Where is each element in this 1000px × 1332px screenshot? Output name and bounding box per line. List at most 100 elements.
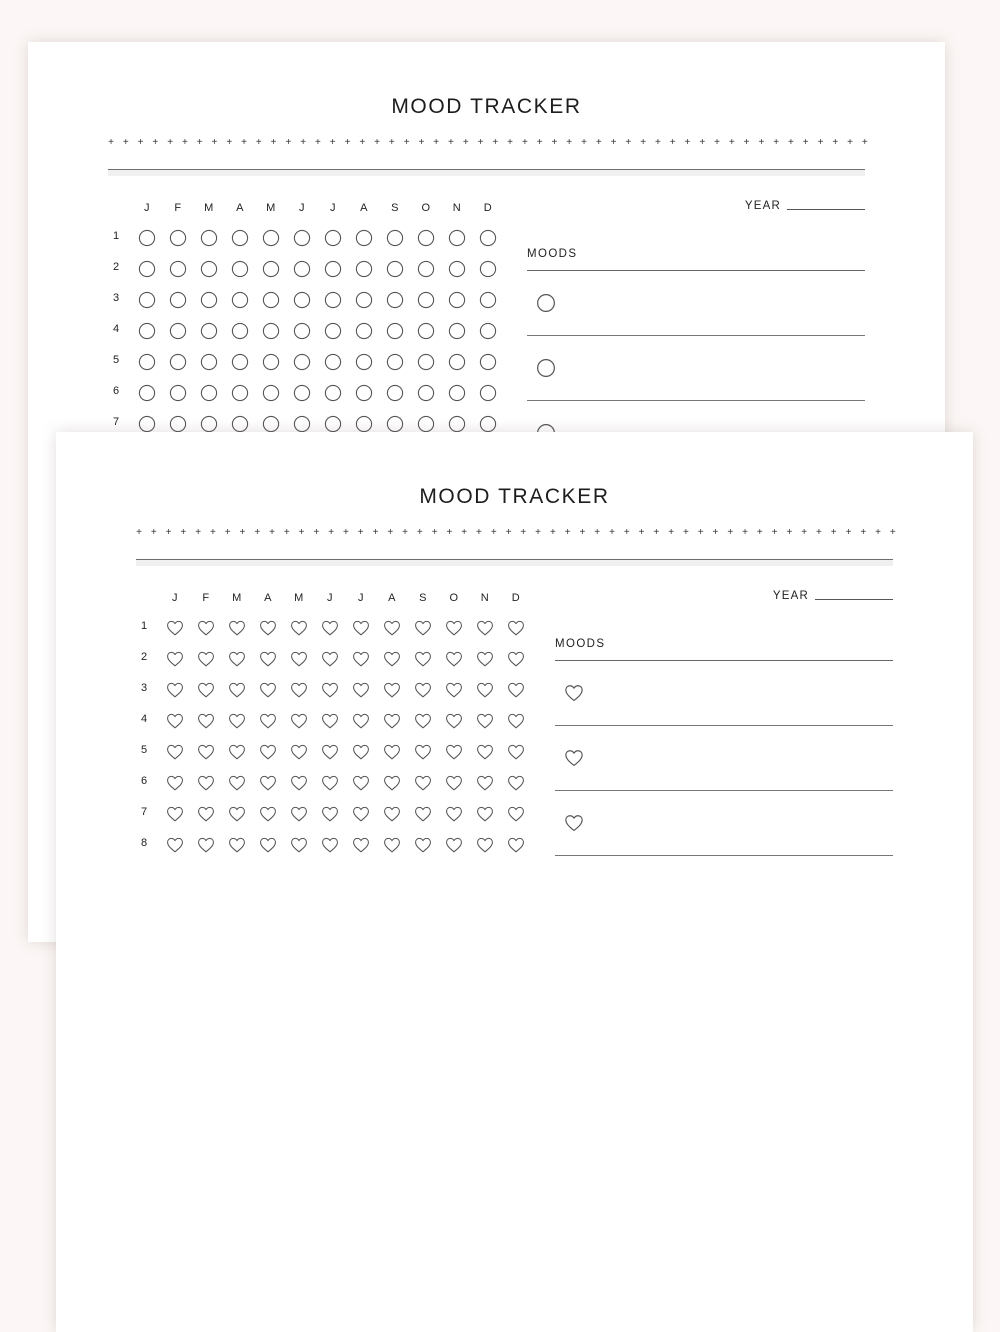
heart-cell[interactable] xyxy=(413,711,433,731)
circle-cell[interactable] xyxy=(168,228,188,248)
heart-icon[interactable] xyxy=(563,682,585,704)
heart-cell[interactable] xyxy=(165,618,185,638)
heart-cell[interactable] xyxy=(227,804,247,824)
circle-cell[interactable] xyxy=(137,383,157,403)
heart-cell[interactable] xyxy=(475,804,495,824)
heart-cell[interactable] xyxy=(289,618,309,638)
heart-cell[interactable] xyxy=(227,773,247,793)
circle-cell[interactable] xyxy=(230,259,250,279)
circle-cell[interactable] xyxy=(168,290,188,310)
circle-cell[interactable] xyxy=(261,383,281,403)
heart-cell[interactable] xyxy=(351,835,371,855)
heart-cell[interactable] xyxy=(258,618,278,638)
circle-cell[interactable] xyxy=(478,414,498,434)
heart-cell[interactable] xyxy=(444,680,464,700)
heart-cell[interactable] xyxy=(289,742,309,762)
circle-cell[interactable] xyxy=(478,321,498,341)
circle-cell[interactable] xyxy=(168,383,188,403)
heart-cell[interactable] xyxy=(475,773,495,793)
mood-entry-row[interactable] xyxy=(555,661,893,726)
heart-cell[interactable] xyxy=(227,649,247,669)
heart-cell[interactable] xyxy=(506,742,526,762)
heart-cell[interactable] xyxy=(382,773,402,793)
heart-cell[interactable] xyxy=(506,835,526,855)
heart-cell[interactable] xyxy=(196,742,216,762)
year-field[interactable]: YEAR xyxy=(745,200,865,212)
heart-cell[interactable] xyxy=(413,649,433,669)
heart-cell[interactable] xyxy=(196,618,216,638)
heart-cell[interactable] xyxy=(382,835,402,855)
circle-cell[interactable] xyxy=(230,321,250,341)
mood-entry-row[interactable] xyxy=(555,791,893,856)
heart-cell[interactable] xyxy=(413,804,433,824)
heart-cell[interactable] xyxy=(351,804,371,824)
circle-cell[interactable] xyxy=(385,259,405,279)
circle-cell[interactable] xyxy=(447,259,467,279)
year-input-line[interactable] xyxy=(815,599,893,600)
heart-cell[interactable] xyxy=(382,680,402,700)
heart-cell[interactable] xyxy=(227,680,247,700)
heart-cell[interactable] xyxy=(444,649,464,669)
circle-cell[interactable] xyxy=(354,290,374,310)
heart-cell[interactable] xyxy=(506,804,526,824)
circle-cell[interactable] xyxy=(416,414,436,434)
heart-cell[interactable] xyxy=(165,804,185,824)
heart-cell[interactable] xyxy=(444,742,464,762)
circle-cell[interactable] xyxy=(230,414,250,434)
heart-cell[interactable] xyxy=(320,742,340,762)
circle-cell[interactable] xyxy=(447,321,467,341)
heart-cell[interactable] xyxy=(289,804,309,824)
heart-cell[interactable] xyxy=(196,835,216,855)
heart-cell[interactable] xyxy=(506,649,526,669)
circle-cell[interactable] xyxy=(292,321,312,341)
heart-cell[interactable] xyxy=(351,680,371,700)
circle-cell[interactable] xyxy=(478,290,498,310)
heart-cell[interactable] xyxy=(289,680,309,700)
heart-cell[interactable] xyxy=(165,711,185,731)
circle-cell[interactable] xyxy=(199,352,219,372)
heart-cell[interactable] xyxy=(258,680,278,700)
heart-cell[interactable] xyxy=(351,711,371,731)
circle-icon[interactable] xyxy=(535,292,557,314)
mood-entry-row[interactable] xyxy=(527,271,865,336)
circle-cell[interactable] xyxy=(323,352,343,372)
circle-cell[interactable] xyxy=(292,259,312,279)
circle-cell[interactable] xyxy=(323,383,343,403)
heart-cell[interactable] xyxy=(413,773,433,793)
heart-cell[interactable] xyxy=(382,649,402,669)
heart-cell[interactable] xyxy=(475,618,495,638)
mood-entry-row[interactable] xyxy=(555,726,893,791)
circle-cell[interactable] xyxy=(478,352,498,372)
heart-cell[interactable] xyxy=(413,680,433,700)
heart-cell[interactable] xyxy=(475,680,495,700)
heart-cell[interactable] xyxy=(165,773,185,793)
heart-cell[interactable] xyxy=(289,711,309,731)
circle-cell[interactable] xyxy=(416,259,436,279)
heart-cell[interactable] xyxy=(320,618,340,638)
circle-cell[interactable] xyxy=(323,259,343,279)
circle-cell[interactable] xyxy=(261,352,281,372)
circle-cell[interactable] xyxy=(354,228,374,248)
circle-cell[interactable] xyxy=(416,228,436,248)
heart-cell[interactable] xyxy=(413,742,433,762)
circle-cell[interactable] xyxy=(323,414,343,434)
circle-cell[interactable] xyxy=(292,414,312,434)
circle-cell[interactable] xyxy=(168,352,188,372)
heart-cell[interactable] xyxy=(475,711,495,731)
heart-cell[interactable] xyxy=(196,680,216,700)
heart-cell[interactable] xyxy=(475,835,495,855)
heart-cell[interactable] xyxy=(165,680,185,700)
circle-cell[interactable] xyxy=(416,290,436,310)
circle-cell[interactable] xyxy=(478,383,498,403)
circle-cell[interactable] xyxy=(385,321,405,341)
heart-icon[interactable] xyxy=(563,812,585,834)
heart-cell[interactable] xyxy=(258,742,278,762)
circle-cell[interactable] xyxy=(261,321,281,341)
heart-icon[interactable] xyxy=(563,747,585,769)
circle-cell[interactable] xyxy=(230,228,250,248)
mood-entry-row[interactable] xyxy=(527,336,865,401)
circle-cell[interactable] xyxy=(354,321,374,341)
circle-cell[interactable] xyxy=(230,383,250,403)
heart-cell[interactable] xyxy=(196,711,216,731)
circle-cell[interactable] xyxy=(447,414,467,434)
